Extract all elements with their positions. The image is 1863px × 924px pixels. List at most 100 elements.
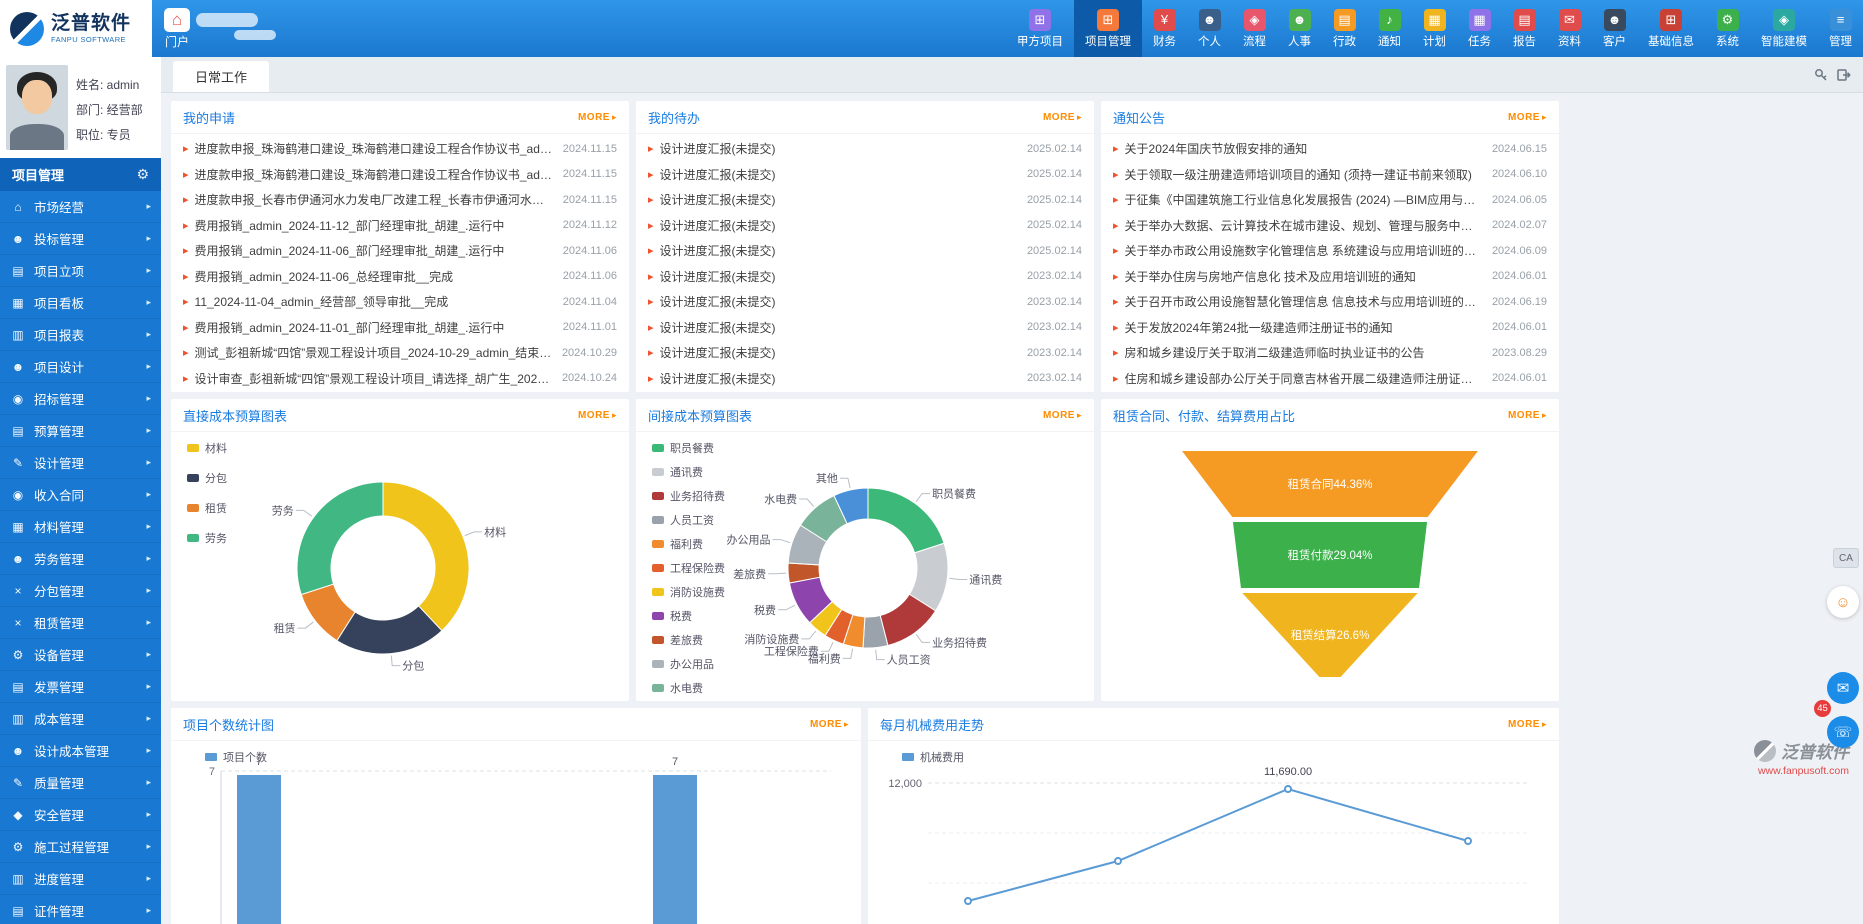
my-todo-row[interactable]: ▸设计进度汇报(未提交)2025.02.14 xyxy=(648,162,1082,188)
my-apply-row[interactable]: ▸进度款申报_珠海鹤港口建设_珠海鹤港口建设工程合作协议书_admin_...2… xyxy=(183,162,617,188)
sidebar-item-quality[interactable]: ✎质量管理▸ xyxy=(0,767,161,799)
qq-chat-button[interactable]: ✉ xyxy=(1827,672,1859,704)
my-todo-row[interactable]: ▸设计进度汇报(未提交)2023.02.14 xyxy=(648,315,1082,341)
my-apply-row[interactable]: ▸费用报销_admin_2024-11-01_部门经理审批_胡建_.运行中202… xyxy=(183,315,617,341)
top-nav-system[interactable]: ⚙系统 xyxy=(1705,0,1750,57)
legend-item[interactable]: 工程保险费 xyxy=(652,560,725,576)
sidebar-item-project-initiation[interactable]: ▤项目立项▸ xyxy=(0,255,161,287)
my-todo-row[interactable]: ▸设计进度汇报(未提交)2025.02.14 xyxy=(648,238,1082,264)
top-nav-jiafang-project[interactable]: ⊞甲方项目 xyxy=(1006,0,1074,57)
notice-row[interactable]: ▸住房和城乡建设部办公厅关于同意吉林省开展二级建造师注册证书电子化试点...20… xyxy=(1113,366,1547,392)
ca-side-tab[interactable]: CA xyxy=(1833,548,1859,568)
sidebar-item-material[interactable]: ▦材料管理▸ xyxy=(0,511,161,543)
tab-daily-work[interactable]: 日常工作 xyxy=(173,61,269,92)
sidebar-item-budget[interactable]: ▤预算管理▸ xyxy=(0,415,161,447)
more-link[interactable]: MORE▸ xyxy=(578,410,617,421)
pie-segment[interactable] xyxy=(383,482,469,631)
my-apply-row[interactable]: ▸测试_彭祖新城“四馆”景观工程设计项目_2024-10-29_admin_结束… xyxy=(183,340,617,366)
customer-service-button[interactable]: ☺ xyxy=(1827,586,1859,618)
my-apply-row[interactable]: ▸费用报销_admin_2024-11-12_部门经理审批_胡建_.运行中202… xyxy=(183,213,617,239)
exit-icon[interactable] xyxy=(1837,68,1851,82)
legend-item[interactable]: 差旅费 xyxy=(652,632,725,648)
notice-row[interactable]: ▸关于举办大数据、云计算技术在城市建设、规划、管理与服务中的应用培训班...20… xyxy=(1113,213,1547,239)
notice-row[interactable]: ▸关于领取一级注册建造师培训项目的通知 (须持一建证书前来领取)2024.06.… xyxy=(1113,162,1547,188)
sidebar-item-cost[interactable]: ▥成本管理▸ xyxy=(0,703,161,735)
sidebar-item-rental[interactable]: ×租赁管理▸ xyxy=(0,607,161,639)
data-point[interactable] xyxy=(1465,838,1471,844)
legend-item[interactable]: 职员餐费 xyxy=(652,440,725,456)
top-nav-customer[interactable]: ☻客户 xyxy=(1592,0,1637,57)
top-nav-personal[interactable]: ☻个人 xyxy=(1187,0,1232,57)
top-nav-base-info[interactable]: ⊞基础信息 xyxy=(1637,0,1705,57)
sidebar-item-labor[interactable]: ☻劳务管理▸ xyxy=(0,543,161,575)
top-nav-administration[interactable]: ▤行政 xyxy=(1322,0,1367,57)
legend-item[interactable]: 业务招待费 xyxy=(652,488,725,504)
sidebar-item-design-cost[interactable]: ☻设计成本管理▸ xyxy=(0,735,161,767)
sidebar-item-income-contract[interactable]: ◉收入合同▸ xyxy=(0,479,161,511)
legend-item[interactable]: 消防设施费 xyxy=(652,584,725,600)
top-nav-hr[interactable]: ☻人事 xyxy=(1277,0,1322,57)
top-nav-report[interactable]: ▤报告 xyxy=(1502,0,1547,57)
top-nav-notice[interactable]: ♪通知 xyxy=(1367,0,1412,57)
top-nav-manage[interactable]: ≡管理 xyxy=(1818,0,1863,57)
my-apply-row[interactable]: ▸11_2024-11-04_admin_经营部_领导审批__完成2024.11… xyxy=(183,289,617,315)
sidebar-item-progress[interactable]: ▥进度管理▸ xyxy=(0,863,161,895)
notice-row[interactable]: ▸关于发放2024年第24批一级建造师注册证书的通知2024.06.01 xyxy=(1113,315,1547,341)
top-nav-process[interactable]: ◈流程 xyxy=(1232,0,1277,57)
my-todo-row[interactable]: ▸设计进度汇报(未提交)2023.02.14 xyxy=(648,264,1082,290)
more-link[interactable]: MORE▸ xyxy=(1508,112,1547,123)
sidebar-item-invoice[interactable]: ▤发票管理▸ xyxy=(0,671,161,703)
my-todo-row[interactable]: ▸设计进度汇报(未提交)2023.02.14 xyxy=(648,366,1082,392)
legend-item[interactable]: 办公用品 xyxy=(652,656,725,672)
top-nav-smart-modeling[interactable]: ◈智能建模 xyxy=(1750,0,1818,57)
top-nav-plan[interactable]: ▦计划 xyxy=(1412,0,1457,57)
legend-item[interactable]: 福利费 xyxy=(652,536,725,552)
my-apply-row[interactable]: ▸费用报销_admin_2024-11-06_总经理审批__完成2024.11.… xyxy=(183,264,617,290)
sidebar-item-equipment[interactable]: ⚙设备管理▸ xyxy=(0,639,161,671)
legend-item[interactable]: 通讯费 xyxy=(652,464,725,480)
sidebar-item-project-design[interactable]: ☻项目设计▸ xyxy=(0,351,161,383)
more-link[interactable]: MORE▸ xyxy=(810,719,849,730)
pie-segment[interactable] xyxy=(297,482,383,595)
nav-portal[interactable]: ⌂ 门户 xyxy=(164,8,190,50)
notice-row[interactable]: ▸于征集《中国建筑施工行业信息化发展报告 (2024) —BIM应用与发展》材料… xyxy=(1113,187,1547,213)
legend-item[interactable]: 劳务 xyxy=(187,530,227,546)
legend-item[interactable]: 租赁 xyxy=(187,500,227,516)
more-link[interactable]: MORE▸ xyxy=(1508,410,1547,421)
more-link[interactable]: MORE▸ xyxy=(1508,719,1547,730)
data-point[interactable] xyxy=(965,898,971,904)
bar[interactable] xyxy=(237,775,281,924)
sidebar-item-tender[interactable]: ◉招标管理▸ xyxy=(0,383,161,415)
sidebar-item-certificate[interactable]: ▤证件管理▸ xyxy=(0,895,161,924)
top-nav-document[interactable]: ✉资料 xyxy=(1547,0,1592,57)
more-link[interactable]: MORE▸ xyxy=(578,112,617,123)
my-apply-row[interactable]: ▸进度款申报_长春市伊通河水力发电厂改建工程_长春市伊通河水力发电...2024… xyxy=(183,187,617,213)
data-point[interactable] xyxy=(1285,786,1291,792)
sidebar-item-market[interactable]: ⌂市场经营▸ xyxy=(0,191,161,223)
top-nav-project-management[interactable]: ⊞项目管理 xyxy=(1074,0,1142,57)
legend-item[interactable]: 税费 xyxy=(652,608,725,624)
more-link[interactable]: MORE▸ xyxy=(1043,112,1082,123)
sidebar-item-bidding[interactable]: ☻投标管理▸ xyxy=(0,223,161,255)
my-todo-row[interactable]: ▸设计进度汇报(未提交)2023.02.14 xyxy=(648,340,1082,366)
sidebar-item-project-board[interactable]: ▦项目看板▸ xyxy=(0,287,161,319)
top-nav-finance[interactable]: ¥财务 xyxy=(1142,0,1187,57)
sidebar-item-project-report[interactable]: ▥项目报表▸ xyxy=(0,319,161,351)
key-icon[interactable] xyxy=(1814,68,1828,82)
top-nav-task[interactable]: ▦任务 xyxy=(1457,0,1502,57)
sidebar-item-safety[interactable]: ◆安全管理▸ xyxy=(0,799,161,831)
notice-row[interactable]: ▸关于召开市政公用设施智慧化管理信息 信息技术与应用培训班的通知2024.06.… xyxy=(1113,289,1547,315)
notice-row[interactable]: ▸关于举办住房与房地产信息化 技术及应用培训班的通知2024.06.01 xyxy=(1113,264,1547,290)
settings-gear-icon[interactable]: ⚙ xyxy=(136,166,149,183)
data-point[interactable] xyxy=(1115,858,1121,864)
sidebar-item-construction-process[interactable]: ⚙施工过程管理▸ xyxy=(0,831,161,863)
my-apply-row[interactable]: ▸设计审查_彭祖新城“四馆”景观工程设计项目_请选择_胡广生_2024-10-2… xyxy=(183,366,617,392)
legend-item[interactable]: 人员工资 xyxy=(652,512,725,528)
legend-item[interactable]: 水电费 xyxy=(652,680,725,696)
notice-row[interactable]: ▸关于举办市政公用设施数字化管理信息 系统建设与应用培训班的通知2024.06.… xyxy=(1113,238,1547,264)
my-todo-row[interactable]: ▸设计进度汇报(未提交)2023.02.14 xyxy=(648,289,1082,315)
my-apply-row[interactable]: ▸进度款申报_珠海鹤港口建设_珠海鹤港口建设工程合作协议书_admin_...2… xyxy=(183,136,617,162)
sidebar-item-design[interactable]: ✎设计管理▸ xyxy=(0,447,161,479)
my-todo-row[interactable]: ▸设计进度汇报(未提交)2025.02.14 xyxy=(648,136,1082,162)
notice-row[interactable]: ▸关于2024年国庆节放假安排的通知2024.06.15 xyxy=(1113,136,1547,162)
